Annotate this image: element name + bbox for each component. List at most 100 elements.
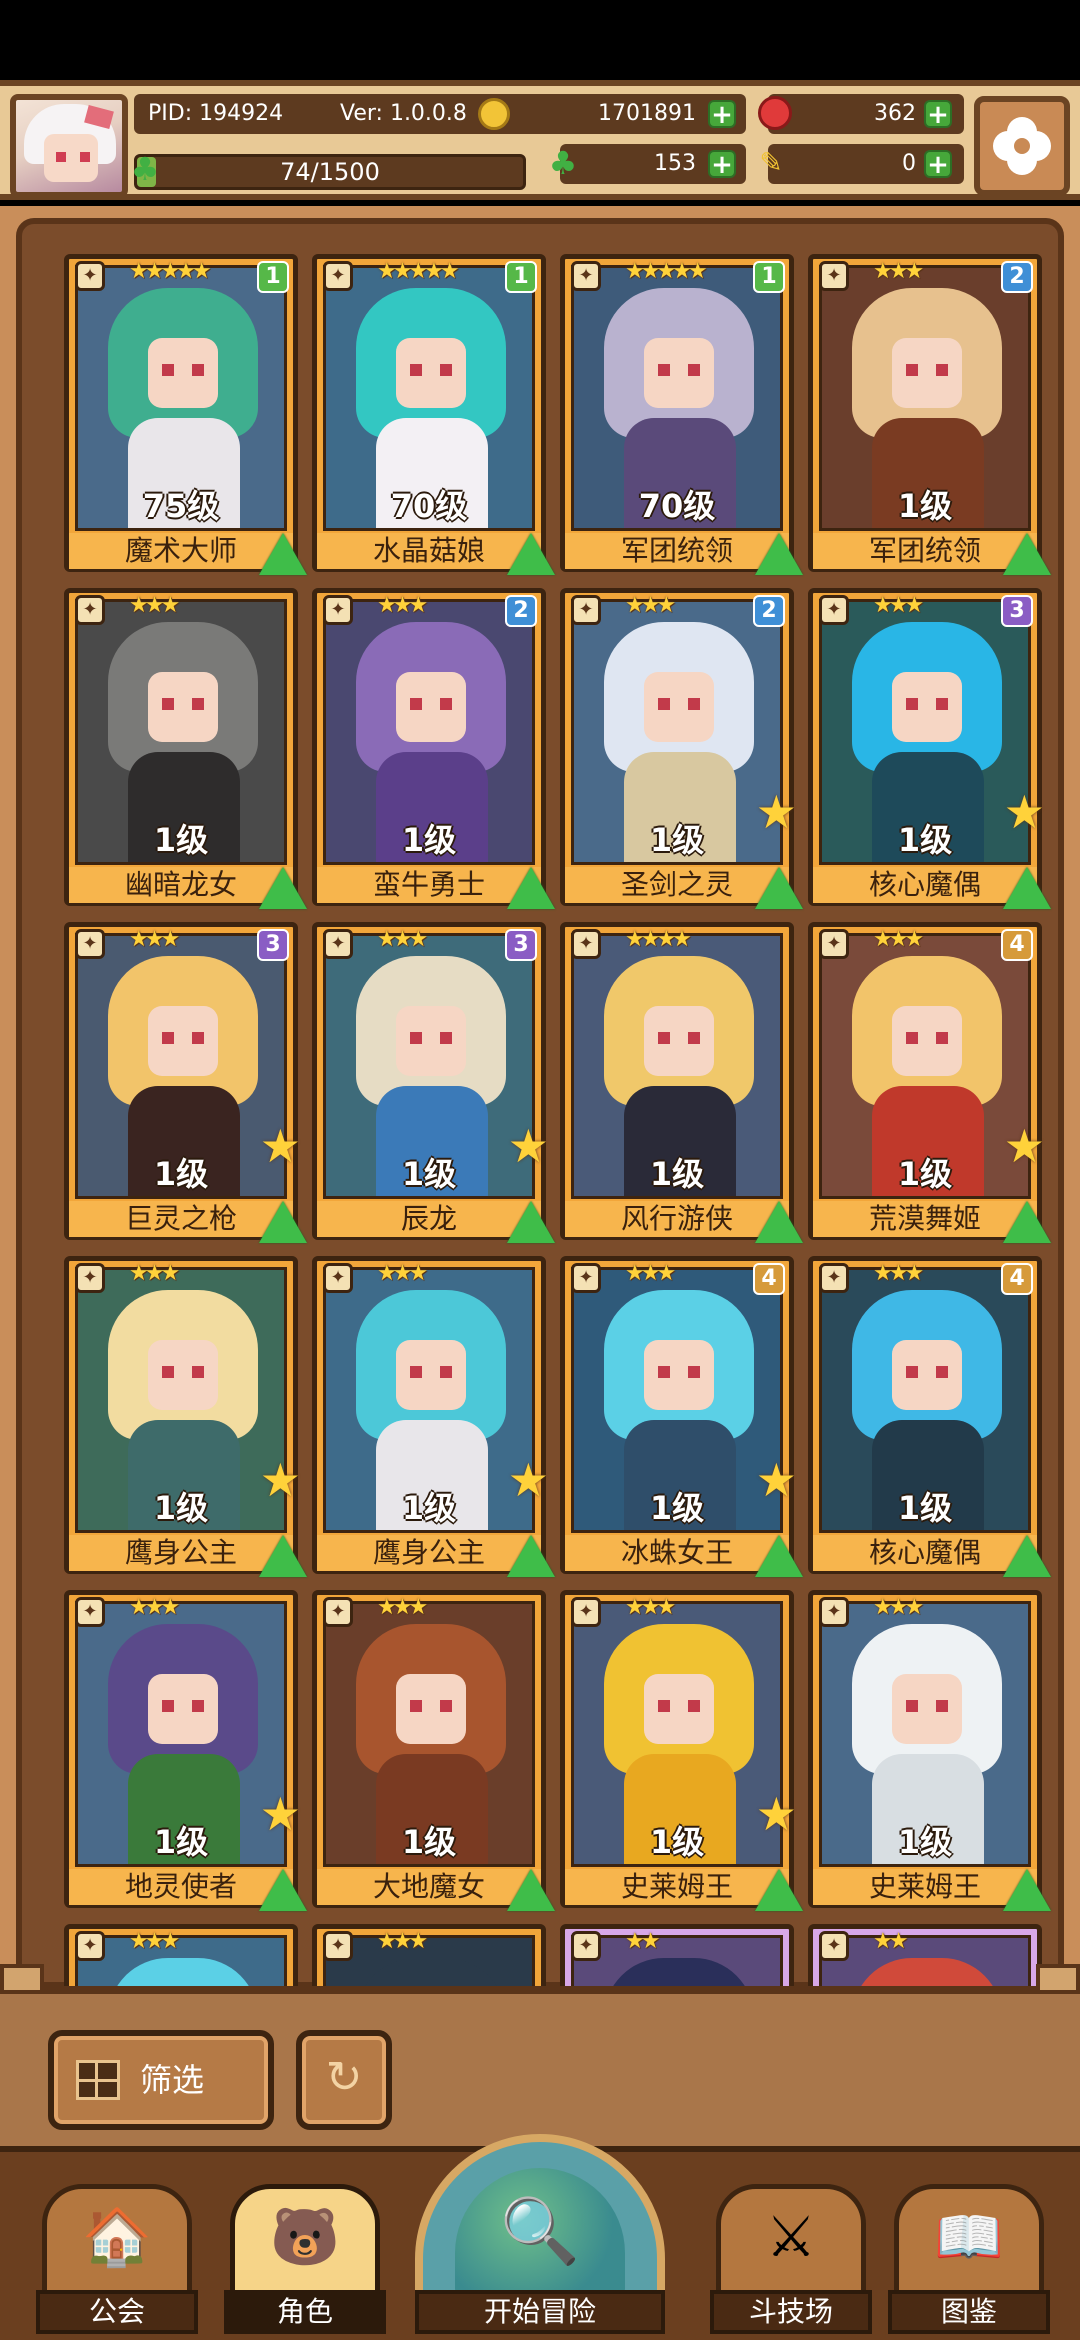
character-level: 75级 xyxy=(142,487,220,525)
character-card[interactable]: ✦ ★★★ 3 1级 辰龙 ★ xyxy=(312,922,555,1243)
star-badge-icon: ★ xyxy=(755,1453,797,1507)
class-icon: ✦ xyxy=(323,1263,353,1293)
gold-amount: 1701891 xyxy=(598,101,696,126)
rarity-stars: ★★★ xyxy=(873,927,924,952)
upgrade-arrow-icon xyxy=(1003,533,1051,575)
upgrade-arrow-icon xyxy=(507,1869,555,1911)
awaken-badge: 1 xyxy=(753,261,785,293)
star-badge-icon: ★ xyxy=(755,785,797,839)
character-list[interactable]: ✦ ★★★★★ 1 75级 魔术大师 ✦ ★★★★★ 1 70级 水晶菇娘 ✦ ★★★★★ 1 70级 军团… xyxy=(16,218,1064,2242)
character-card[interactable]: ✦ ★★★★ 1级 风行游侠 xyxy=(560,922,803,1243)
class-icon: ✦ xyxy=(75,1597,105,1627)
upgrade-arrow-icon xyxy=(259,867,307,909)
awaken-badge: 3 xyxy=(257,929,289,961)
character-card[interactable]: ✦ ★★★ 1级 幽暗龙女 xyxy=(64,588,307,909)
star-badge-icon: ★ xyxy=(507,1119,549,1173)
codex-book-icon: 📖 xyxy=(934,2205,1004,2270)
nav-arena[interactable]: ⚔ 斗技场 xyxy=(710,2184,872,2334)
star-badge-icon: ★ xyxy=(259,1787,301,1841)
class-icon: ✦ xyxy=(323,595,353,625)
star-badge-icon: ★ xyxy=(507,1453,549,1507)
guild-house-icon: 🏠 xyxy=(82,2205,152,2270)
character-card[interactable]: ✦ ★★★ 3 1级 核心魔偶 ★ xyxy=(808,588,1051,909)
class-icon: ✦ xyxy=(819,1263,849,1293)
crossed-swords-icon: ⚔ xyxy=(765,2205,817,2270)
awaken-badge: 3 xyxy=(505,929,537,961)
class-icon: ✦ xyxy=(323,1931,353,1961)
rarity-stars: ★★★ xyxy=(129,1261,180,1286)
rarity-stars: ★★★ xyxy=(625,1261,676,1286)
add-gold-button[interactable]: + xyxy=(708,100,736,128)
class-icon: ✦ xyxy=(819,261,849,291)
rarity-stars: ★★★ xyxy=(377,593,428,618)
character-level: 1级 xyxy=(897,1823,953,1861)
character-card[interactable]: ✦ ★★★★★ 1 75级 魔术大师 xyxy=(64,254,307,575)
awaken-badge: 3 xyxy=(1001,595,1033,627)
filter-label: 筛选 xyxy=(140,2061,205,2099)
clover-amount: 153 xyxy=(654,151,696,176)
rarity-stars: ★★★★★ xyxy=(625,259,708,284)
upgrade-arrow-icon xyxy=(507,867,555,909)
class-icon: ✦ xyxy=(571,1931,601,1961)
add-horn-button[interactable]: + xyxy=(924,150,952,178)
filter-button[interactable]: 筛选 xyxy=(48,2030,274,2130)
character-card[interactable]: ✦ ★★★★★ 1 70级 水晶菇娘 xyxy=(312,254,555,575)
awaken-badge: 1 xyxy=(257,261,289,293)
energy-clover-icon: ♣ xyxy=(130,150,160,188)
pid-version-bar: PID: 194924 Ver: 1.0.0.8 xyxy=(134,94,530,134)
upgrade-arrow-icon xyxy=(755,867,803,909)
rarity-stars: ★★ xyxy=(873,1929,909,1954)
grid-icon xyxy=(76,2060,120,2100)
upgrade-arrow-icon xyxy=(755,1535,803,1577)
upgrade-arrow-icon xyxy=(259,533,307,575)
character-level: 1级 xyxy=(649,1155,705,1193)
character-panel: ✦ ★★★★★ 1 75级 魔术大师 ✦ ★★★★★ 1 70级 水晶菇娘 ✦ ★★★★★ 1 70级 军团… xyxy=(0,206,1080,2242)
character-card[interactable]: ✦ ★★★★★ 1 70级 军团统领 xyxy=(560,254,803,575)
character-card[interactable]: ✦ ★★★ 4 1级 核心魔偶 xyxy=(808,1256,1051,1577)
character-card[interactable]: ✦ ★★★ 4 1级 冰蛛女王 ★ xyxy=(560,1256,803,1577)
character-card[interactable]: ✦ ★★★ 1级 史莱姆王 ★ xyxy=(560,1590,803,1911)
player-avatar[interactable] xyxy=(10,94,128,198)
star-badge-icon: ★ xyxy=(1003,785,1045,839)
character-card[interactable]: ✦ ★★★ 1级 大地魔女 xyxy=(312,1590,555,1911)
character-card[interactable]: ✦ ★★★ 2 1级 蛮牛勇士 xyxy=(312,588,555,909)
rarity-stars: ★★★ xyxy=(873,593,924,618)
nav-guild[interactable]: 🏠 公会 xyxy=(36,2184,198,2334)
bottom-nav: 🏠 公会 🐻 角色 🔍 开始冒险 ⚔ 斗技场 📖 图鉴 xyxy=(0,2134,1080,2340)
character-card[interactable]: ✦ ★★★ 1级 鹰身公主 ★ xyxy=(64,1256,307,1577)
settings-button[interactable] xyxy=(974,96,1070,196)
character-card[interactable]: ✦ ★★★ 2 1级 圣剑之灵 ★ xyxy=(560,588,803,909)
character-card[interactable]: ✦ ★★★ 1级 鹰身公主 ★ xyxy=(312,1256,555,1577)
class-icon: ✦ xyxy=(323,1597,353,1627)
red-gem-icon xyxy=(758,96,792,130)
awaken-badge: 4 xyxy=(1001,929,1033,961)
rarity-stars: ★★★ xyxy=(625,593,676,618)
horn-icon: ✎ xyxy=(759,146,783,179)
gem-amount: 362 xyxy=(874,101,916,126)
character-card[interactable]: ✦ ★★★ 3 1级 巨灵之枪 ★ xyxy=(64,922,307,1243)
rarity-stars: ★★★ xyxy=(873,1261,924,1286)
add-clover-button[interactable]: + xyxy=(708,150,736,178)
nav-arena-label: 斗技场 xyxy=(710,2290,872,2334)
nav-guild-label: 公会 xyxy=(36,2290,198,2334)
add-gem-button[interactable]: + xyxy=(924,100,952,128)
upgrade-arrow-icon xyxy=(1003,1869,1051,1911)
character-card[interactable]: ✦ ★★★ 2 1级 军团统领 xyxy=(808,254,1051,575)
nav-characters[interactable]: 🐻 角色 xyxy=(224,2184,386,2334)
nav-codex[interactable]: 📖 图鉴 xyxy=(888,2184,1050,2334)
energy-text: 74/1500 xyxy=(280,158,380,186)
rarity-stars: ★★★★ xyxy=(625,927,692,952)
class-icon: ✦ xyxy=(571,261,601,291)
class-icon: ✦ xyxy=(75,1931,105,1961)
character-card[interactable]: ✦ ★★★ 1级 史莱姆王 xyxy=(808,1590,1051,1911)
character-bear-icon: 🐻 xyxy=(270,2205,340,2270)
class-icon: ✦ xyxy=(819,595,849,625)
rarity-stars: ★★★ xyxy=(377,1929,428,1954)
nav-start-adventure[interactable]: 🔍 开始冒险 xyxy=(415,2134,665,2334)
refresh-button[interactable]: ↻ xyxy=(296,2030,392,2130)
character-card[interactable]: ✦ ★★★ 4 1级 荒漠舞姬 ★ xyxy=(808,922,1051,1243)
character-level: 1级 xyxy=(897,487,953,525)
character-card[interactable]: ✦ ★★★ 1级 地灵使者 ★ xyxy=(64,1590,307,1911)
class-icon: ✦ xyxy=(819,929,849,959)
class-icon: ✦ xyxy=(571,1597,601,1627)
